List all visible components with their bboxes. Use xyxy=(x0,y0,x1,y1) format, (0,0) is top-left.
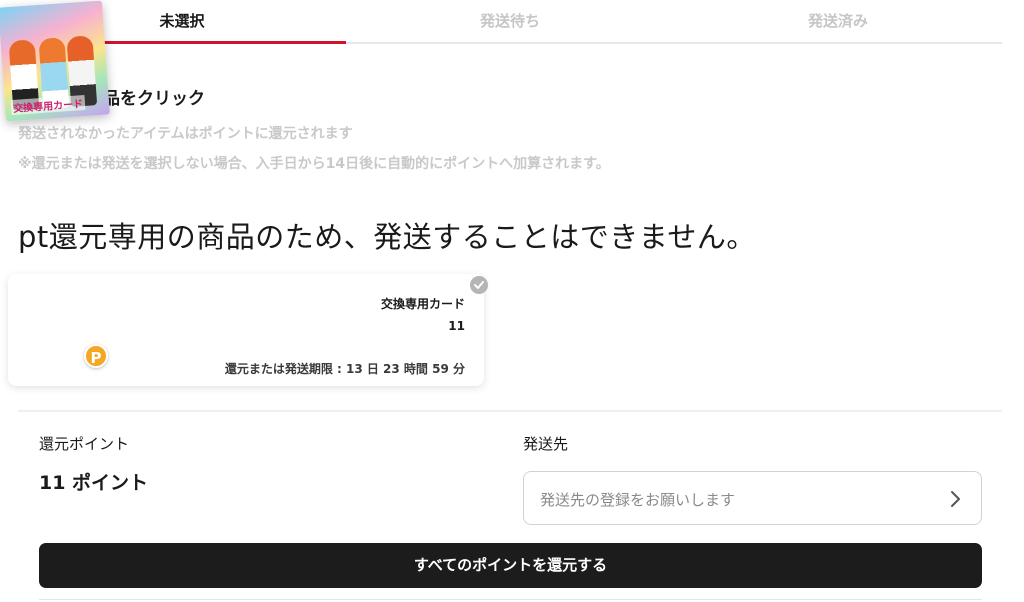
item-deadline: 還元または発送期限 : 13 日 23 時間 59 分 xyxy=(224,362,465,376)
item-thumbnail: 交換専用カード xyxy=(0,0,110,122)
point-badge-icon: P xyxy=(84,344,108,368)
section-divider xyxy=(18,410,1002,412)
shipping-unavailable-message: pt還元専用の商品のため、発送することはできません。 xyxy=(18,220,756,254)
refund-points-label: 還元ポイント xyxy=(39,435,130,453)
item-count: 11 xyxy=(448,319,465,333)
item-title: 交換専用カード xyxy=(380,297,465,311)
shipping-address-placeholder: 発送先の登録をお願いします xyxy=(540,491,736,509)
shipping-address-label: 発送先 xyxy=(523,435,569,453)
tab-awaiting-shipment[interactable]: 発送待ち xyxy=(346,0,674,42)
tab-bar: 未選択 発送待ち 発送済み xyxy=(18,0,1002,44)
tab-shipped[interactable]: 発送済み xyxy=(674,0,1002,42)
shipping-address-field[interactable]: 発送先の登録をお願いします xyxy=(523,471,982,525)
instruction-note-auto-add: ※還元または発送を選択しない場合、入手日から14日後に自動的にポイントへ加算され… xyxy=(18,156,610,172)
refund-points-value: 11 ポイント xyxy=(39,472,149,494)
bottom-divider xyxy=(39,599,982,600)
instruction-note-refund: 発送されなかったアイテムはポイントに還元されます xyxy=(18,126,353,142)
check-circle-icon[interactable] xyxy=(470,276,488,294)
item-card[interactable]: 交換専用カード 11 還元または発送期限 : 13 日 23 時間 59 分 xyxy=(8,274,484,386)
refund-all-points-button[interactable]: すべてのポイントを還元する xyxy=(39,543,982,588)
chevron-right-icon xyxy=(951,491,960,507)
